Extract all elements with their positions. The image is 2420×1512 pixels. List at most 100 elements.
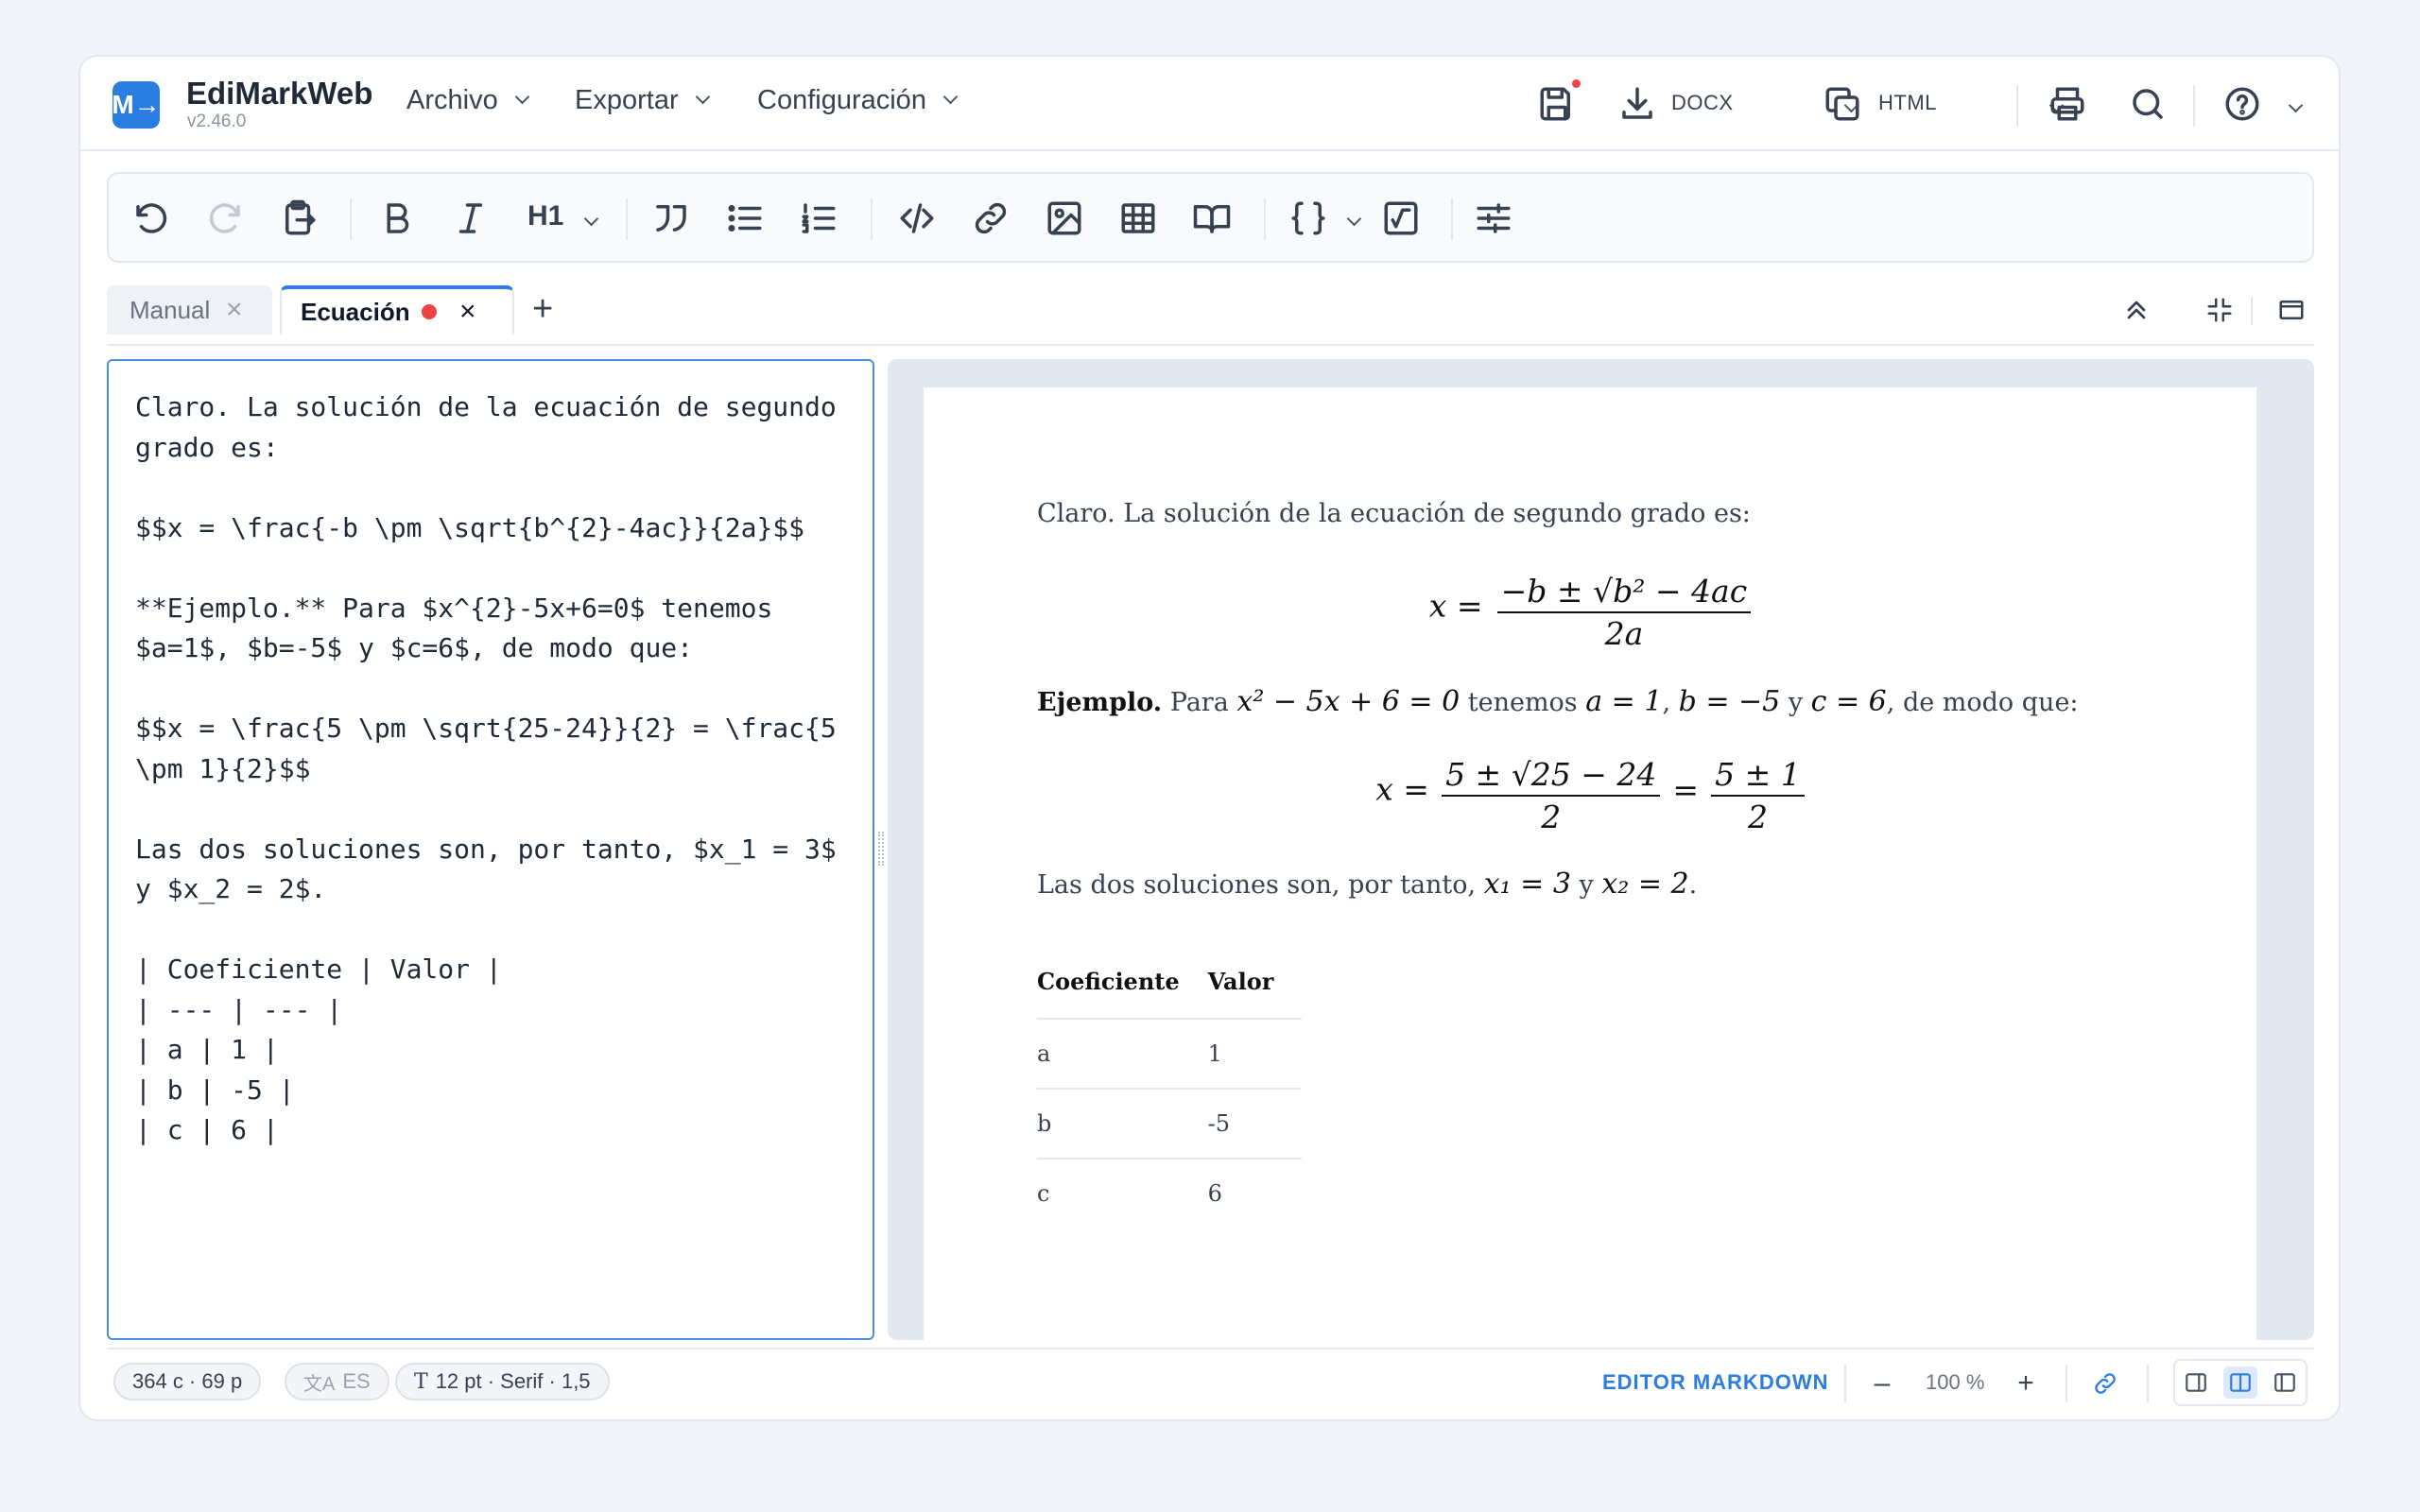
example-equation: x² − 5x + 6 = 0: [1236, 685, 1461, 718]
settings-sliders-button[interactable]: [1470, 195, 1517, 242]
square-root-icon: [1384, 201, 1418, 235]
tabs-divider: [2251, 297, 2253, 325]
toolbar-divider: [350, 198, 352, 240]
formula-2-numerator-1: 5 ± √25 − 24: [1442, 756, 1661, 797]
unsaved-dot: [422, 304, 437, 319]
unsaved-indicator: [1570, 77, 1582, 90]
markdown-editor[interactable]: Claro. La solución de la ecuación de seg…: [107, 359, 874, 1340]
character-count: 364 c · 69 p: [113, 1363, 262, 1400]
menu-archivo[interactable]: Archivo: [406, 85, 529, 116]
download-docx-button[interactable]: [1616, 83, 1658, 125]
chevron-down-icon: [695, 89, 710, 105]
table-cell: a: [1037, 1019, 1208, 1090]
tab-ecuacion[interactable]: Ecuación ×: [280, 285, 514, 335]
menu-exportar[interactable]: Exportar: [575, 85, 710, 116]
zoom-level: 100 %: [1926, 1370, 1985, 1394]
menu-configuracion[interactable]: Configuración: [757, 85, 959, 116]
sync-scroll-button[interactable]: [2088, 1366, 2122, 1400]
language-toggle[interactable]: 文A ES: [285, 1363, 389, 1400]
code-block-options[interactable]: [1341, 211, 1362, 229]
app-title: EdiMarkWeb: [186, 76, 373, 111]
undo-button[interactable]: [128, 195, 175, 242]
code-block-button[interactable]: [1285, 195, 1332, 242]
save-icon: [1540, 87, 1570, 121]
copy-icon: [1825, 87, 1859, 121]
table-row: a 1: [1037, 1019, 1303, 1090]
html-label: HTML: [1878, 91, 1937, 114]
bold-button[interactable]: [373, 195, 421, 242]
download-icon: [1622, 87, 1652, 119]
search-button[interactable]: [2127, 83, 2169, 125]
menu-configuracion-label: Configuración: [757, 85, 926, 115]
quote-button[interactable]: [648, 195, 695, 242]
minimize-button[interactable]: [2199, 289, 2240, 331]
panel-right-icon: [2186, 1373, 2206, 1392]
collapse-toolbar-button[interactable]: [2116, 289, 2157, 331]
text-icon: T: [414, 1369, 428, 1394]
chevrons-up-icon: [2127, 301, 2146, 319]
close-icon[interactable]: ×: [459, 296, 476, 328]
copy-html-button[interactable]: [1822, 83, 1863, 125]
app-window: M→ EdiMarkWeb v2.46.0 Archivo Exportar C…: [78, 55, 2341, 1421]
image-button[interactable]: [1041, 195, 1088, 242]
formula-1-numerator: −b ± √b² − 4ac: [1496, 573, 1752, 613]
preview-example: Ejemplo. Para x² − 5x + 6 = 0 tenemos a …: [1037, 685, 2079, 718]
font-settings[interactable]: T 12 pt · Serif · 1,5: [395, 1363, 610, 1400]
zoom-in-button[interactable]: +: [2009, 1366, 2043, 1400]
app-version: v2.46.0: [187, 112, 247, 131]
clipboard-icon: [285, 199, 316, 235]
reading-mode-button[interactable]: [1188, 195, 1236, 242]
layout-split-button[interactable]: [2223, 1366, 2257, 1399]
italic-icon: [458, 203, 483, 233]
help-button[interactable]: [2221, 83, 2263, 125]
preview-solutions: Las dos soluciones son, por tanto, x₁ = …: [1037, 868, 1697, 901]
preview-page: Claro. La solución de la ecuación de seg…: [924, 387, 2256, 1340]
panel-left-icon: [2274, 1373, 2295, 1392]
close-icon[interactable]: ×: [226, 294, 243, 326]
link-button[interactable]: [967, 195, 1014, 242]
help-options[interactable]: [2283, 97, 2304, 115]
editor-mode-label[interactable]: EDITOR MARKDOWN: [1602, 1370, 1828, 1395]
solutions-text: .: [1688, 870, 1698, 900]
redo-button[interactable]: [201, 195, 249, 242]
print-button[interactable]: [2047, 83, 2088, 125]
bullet-list-button[interactable]: [721, 195, 769, 242]
heading-options[interactable]: [579, 211, 599, 229]
tab-manual[interactable]: Manual ×: [107, 285, 272, 335]
quote-icon: [656, 205, 686, 232]
editor-content[interactable]: Claro. La solución de la ecuación de seg…: [135, 387, 854, 1151]
paste-button[interactable]: [275, 195, 322, 242]
preview-pane: Claro. La solución de la ecuación de seg…: [888, 359, 2314, 1340]
chevron-down-icon: [942, 89, 959, 105]
math-button[interactable]: [1377, 195, 1425, 242]
window-button[interactable]: [2271, 289, 2312, 331]
table-row: c 6: [1037, 1159, 1302, 1228]
zoom-out-button[interactable]: –: [1865, 1366, 1899, 1400]
status-divider: [1844, 1365, 1846, 1402]
numbered-list-button[interactable]: [795, 195, 842, 242]
save-button[interactable]: [1536, 83, 1578, 125]
header-divider: [2193, 85, 2195, 127]
code-button[interactable]: [893, 195, 941, 242]
example-b: b = −5: [1678, 685, 1781, 718]
preview-intro: Claro. La solución de la ecuación de seg…: [1037, 499, 1751, 528]
solutions-text: y: [1570, 870, 1602, 900]
formula-2-lhs: x =: [1375, 770, 1429, 808]
heading-button[interactable]: H1: [527, 200, 563, 232]
pane-splitter[interactable]: [878, 832, 884, 866]
formula-1-lhs: x =: [1428, 587, 1483, 625]
add-tab-button[interactable]: +: [532, 289, 553, 330]
translate-icon: 文A: [303, 1373, 336, 1395]
formatting-toolbar: H1: [107, 172, 2314, 263]
bold-icon: [387, 203, 409, 233]
menu-archivo-label: Archivo: [406, 85, 498, 115]
toolbar-divider: [626, 198, 628, 240]
undo-icon: [136, 203, 167, 233]
layout-editor-button[interactable]: [2179, 1366, 2213, 1399]
layout-preview-button[interactable]: [2268, 1366, 2302, 1399]
bullet-list-icon: [728, 205, 762, 232]
table-button[interactable]: [1115, 195, 1162, 242]
app-logo: M→: [112, 81, 161, 129]
link-icon: [2095, 1373, 2116, 1394]
italic-button[interactable]: [447, 195, 494, 242]
